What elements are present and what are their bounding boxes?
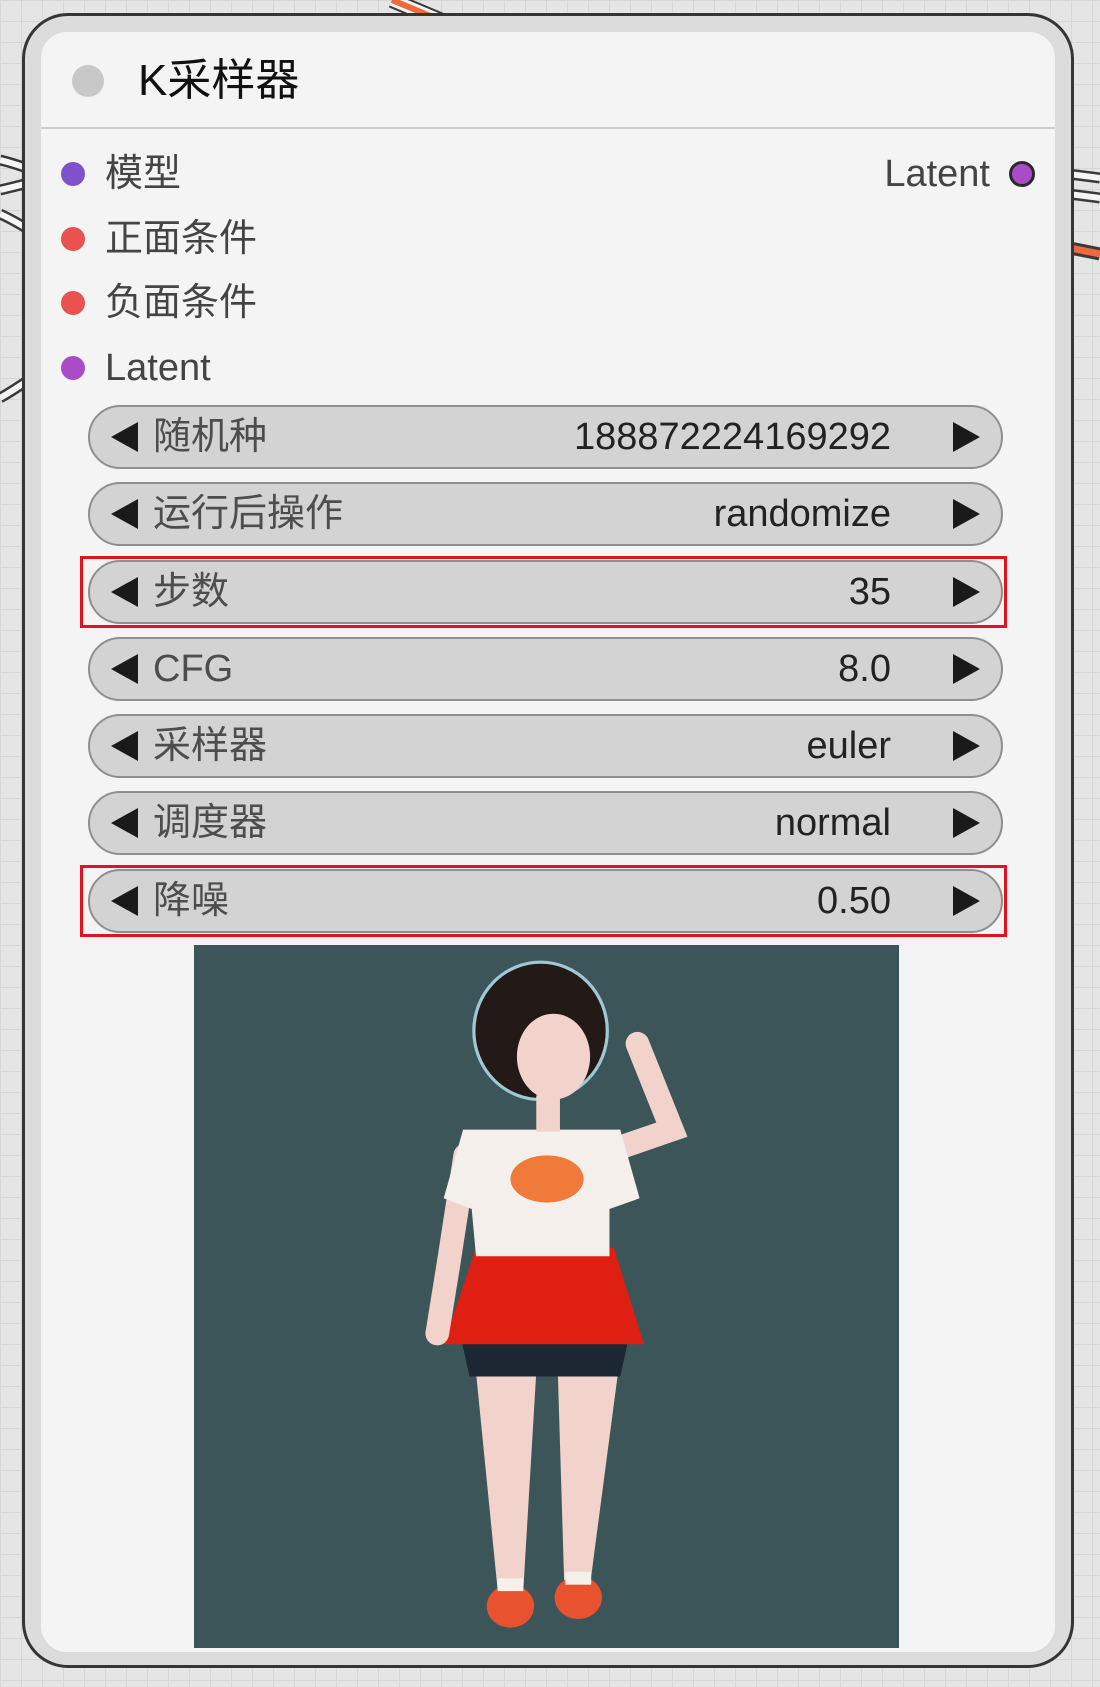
widget-value[interactable]: 188872224169292 <box>574 407 891 467</box>
output-slot-latent[interactable]: Latent <box>655 142 1055 207</box>
figure-shoes <box>486 1571 602 1628</box>
preview-image[interactable] <box>194 945 899 1648</box>
widget-cfg[interactable]: CFG 8.0 <box>88 636 1003 701</box>
widget-label: 采样器 <box>153 725 268 768</box>
latent-output-dot-icon[interactable] <box>1009 161 1035 187</box>
node-graph-canvas[interactable]: K采样器 模型 正面条件 负面条件 Latent Latent 随机种 1888… <box>0 0 1100 1687</box>
node-title-bar[interactable]: K采样器 <box>41 32 1055 129</box>
figure-shirt-logo <box>510 1155 584 1203</box>
negative-input-dot-icon[interactable] <box>61 291 85 316</box>
widget-denoise[interactable]: 降噪 0.50 <box>80 864 1007 937</box>
figure-legs <box>476 1372 619 1589</box>
input-label: 模型 <box>105 153 182 195</box>
input-label: 负面条件 <box>105 282 258 325</box>
input-slot-latent[interactable]: Latent <box>41 336 541 401</box>
positive-input-dot-icon[interactable] <box>61 226 85 251</box>
steps-increment-right-triangle-icon[interactable] <box>953 576 980 607</box>
sampler-increment-right-triangle-icon[interactable] <box>953 731 980 762</box>
node-title: K采样器 <box>138 56 300 105</box>
collapse-circle-icon[interactable] <box>72 65 104 97</box>
steps-decrement-left-triangle-icon[interactable] <box>111 576 138 607</box>
widget-sampler[interactable]: 采样器 euler <box>88 714 1003 779</box>
input-label: 正面条件 <box>105 217 258 260</box>
cfg-decrement-left-triangle-icon[interactable] <box>111 653 138 684</box>
input-label: Latent <box>105 346 211 389</box>
widget-value[interactable]: 8.0 <box>838 639 891 699</box>
widget-label: 运行后操作 <box>153 493 344 536</box>
widget-value[interactable]: normal <box>775 793 891 853</box>
figure-right-arm <box>604 1031 688 1161</box>
input-slot-negative[interactable]: 负面条件 <box>41 271 541 336</box>
preview-figure <box>425 960 688 1628</box>
widget-steps[interactable]: 步数 35 <box>80 555 1007 628</box>
seed-decrement-left-triangle-icon[interactable] <box>111 422 138 452</box>
ksampler-node[interactable]: K采样器 模型 正面条件 负面条件 Latent Latent 随机种 1888… <box>41 32 1055 1652</box>
latent-input-dot-icon[interactable] <box>61 355 85 380</box>
widget-value[interactable]: 35 <box>849 562 891 622</box>
figure-face <box>516 1013 591 1100</box>
widget-label: 降噪 <box>153 879 230 922</box>
widget-label: 调度器 <box>153 802 268 845</box>
widget-label: 随机种 <box>153 416 268 458</box>
widget-list: 随机种 188872224169292 运行后操作 randomize 步数 3… <box>80 405 1007 937</box>
seed-increment-right-triangle-icon[interactable] <box>953 422 980 452</box>
widget-value[interactable]: euler <box>807 716 892 776</box>
widget-label: CFG <box>153 647 234 690</box>
denoise-decrement-left-triangle-icon[interactable] <box>111 885 138 916</box>
widget-scheduler[interactable]: 调度器 normal <box>88 791 1003 856</box>
output-label: Latent <box>884 153 990 195</box>
figure-skirt <box>443 1247 644 1345</box>
scheduler-increment-right-triangle-icon[interactable] <box>953 808 980 839</box>
control-increment-right-triangle-icon[interactable] <box>953 499 980 530</box>
scheduler-decrement-left-triangle-icon[interactable] <box>111 808 138 839</box>
widget-value[interactable]: randomize <box>714 484 891 544</box>
widget-label: 步数 <box>153 570 230 613</box>
figure-neck <box>536 1095 560 1132</box>
cfg-increment-right-triangle-icon[interactable] <box>953 653 980 684</box>
input-slot-model[interactable]: 模型 <box>41 142 541 207</box>
widget-value[interactable]: 0.50 <box>817 871 891 931</box>
input-slot-positive[interactable]: 正面条件 <box>41 207 541 272</box>
input-slots: 模型 正面条件 负面条件 Latent <box>41 142 541 400</box>
denoise-increment-right-triangle-icon[interactable] <box>953 885 980 916</box>
model-input-dot-icon[interactable] <box>61 162 85 186</box>
widget-seed[interactable]: 随机种 188872224169292 <box>88 405 1003 469</box>
widget-control-after-generate[interactable]: 运行后操作 randomize <box>88 482 1003 547</box>
sampler-decrement-left-triangle-icon[interactable] <box>111 731 138 762</box>
control-decrement-left-triangle-icon[interactable] <box>111 499 138 530</box>
